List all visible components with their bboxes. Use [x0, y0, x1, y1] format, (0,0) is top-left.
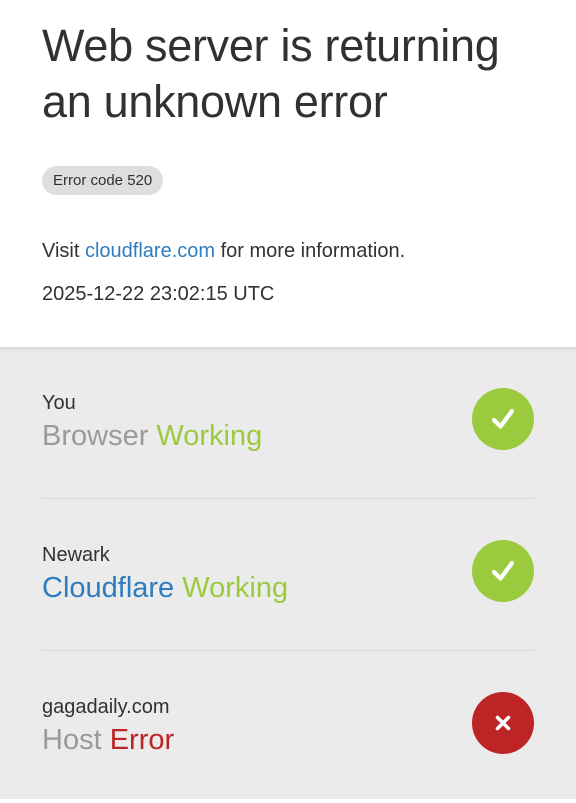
row-status-line: Browser Working [42, 418, 262, 454]
row-location: Newark [42, 544, 110, 566]
page-title: Web server is returning an unknown error [42, 20, 500, 127]
row-status: Error [109, 724, 175, 756]
row-location: You [42, 392, 76, 414]
row-status-line: Cloudflare Working [42, 570, 288, 606]
row-status: Working [156, 420, 263, 452]
row-name: Browser [42, 420, 149, 452]
x-icon [472, 692, 534, 754]
row-status-line: Host Error [42, 722, 174, 758]
timestamp: 2025-12-22 23:02:15 UTC [42, 283, 275, 305]
check-icon [472, 388, 534, 450]
check-icon [472, 540, 534, 602]
info-text: Visit cloudflare.com for more informatio… [42, 238, 405, 264]
error-code-badge: Error code 520 [42, 166, 164, 195]
status-row-host: gagadaily.com Host Error [42, 651, 534, 803]
row-status: Working [182, 572, 289, 604]
status-row-cloudflare: Newark Cloudflare Working [42, 499, 534, 651]
info-suffix: for more information. [220, 240, 406, 262]
row-name: Host [42, 724, 102, 756]
cloudflare-link[interactable]: cloudflare.com [85, 240, 215, 262]
error-header: Web server is returning an unknown error… [0, 0, 576, 347]
status-row-browser: You Browser Working [42, 347, 534, 499]
row-location: gagadaily.com [42, 696, 170, 718]
info-prefix: Visit [42, 240, 80, 262]
row-name: Cloudflare [42, 572, 175, 604]
status-panel: You Browser Working Newark Cloudflare Wo… [0, 347, 576, 799]
